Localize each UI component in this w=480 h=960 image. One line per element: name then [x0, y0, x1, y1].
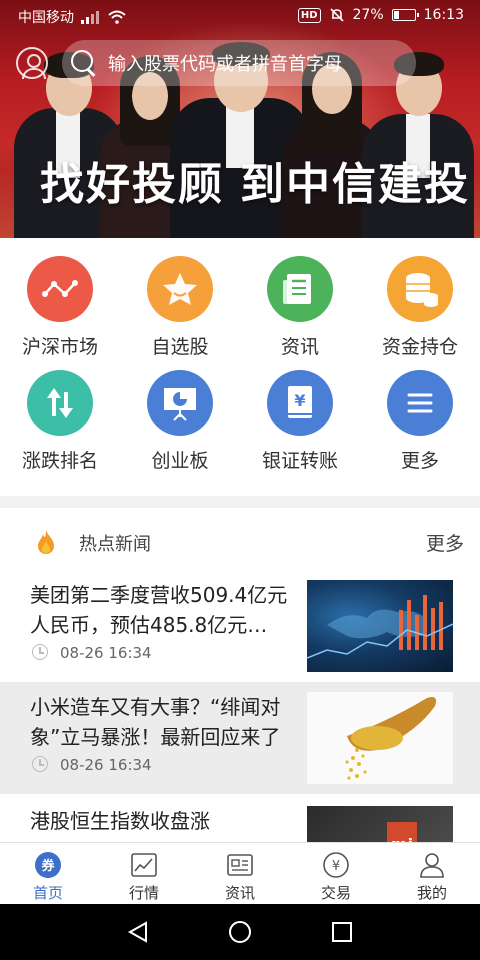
bottom-tab-bar: 券 首页 行情 资讯 ¥ 交易 我的 — [0, 842, 480, 904]
clock-time: 16:13 — [423, 7, 464, 23]
news-item[interactable]: 美团第二季度营收509.4亿元人民币，预估485.8亿元… 08-26 16:3… — [0, 570, 480, 680]
tab-home-badge: 券 — [40, 858, 55, 874]
menu-item-funds[interactable]: 资金持仓 — [360, 238, 480, 358]
back-icon[interactable] — [126, 920, 150, 944]
menu-label: 更多 — [400, 450, 439, 472]
tab-label: 交易 — [320, 884, 351, 902]
tab-mine[interactable]: 我的 — [384, 843, 480, 905]
search-icon — [70, 49, 98, 77]
up-down-arrows-icon — [27, 370, 93, 436]
menu-item-ranking[interactable]: 涨跌排名 — [0, 352, 120, 472]
recents-icon[interactable] — [330, 920, 354, 944]
tab-quotes[interactable]: 行情 — [96, 843, 192, 905]
coins-icon — [387, 256, 453, 322]
menu-item-market[interactable]: 沪深市场 — [0, 238, 120, 358]
battery-percent: 27% — [352, 7, 384, 23]
market-line-icon — [27, 256, 93, 322]
news-card-icon — [227, 854, 253, 876]
newspaper-icon — [267, 256, 333, 322]
hot-news-title: 热点新闻 — [79, 534, 151, 555]
news-thumbnail-world-map — [307, 580, 453, 672]
menu-item-news[interactable]: 资讯 — [240, 238, 360, 358]
menu-label: 涨跌排名 — [21, 450, 98, 472]
banner-slogan-right: 到中信建投 — [240, 159, 470, 210]
quick-menu-grid: 沪深市场 自选股 资讯 资金持仓 涨跌排名 创业板 ¥ 银证转账 更多 — [0, 238, 480, 496]
news-headline: 小米造车又有大事？“绯闻对象”立马暴涨！最新回应来了 — [30, 695, 281, 749]
tab-label: 资讯 — [224, 884, 255, 902]
menu-item-more[interactable]: 更多 — [360, 352, 480, 472]
search-placeholder: 输入股票代码或者拼音首字母 — [108, 54, 342, 75]
presentation-board-icon — [147, 370, 213, 436]
promo-banner[interactable]: 找好投顾 到中信建投 — [0, 0, 480, 238]
hd-voice-icon: HD — [297, 7, 321, 23]
news-more-link[interactable]: 更多 — [426, 529, 464, 556]
status-bar: 中国移动 HD 27% 16:13 — [0, 0, 480, 32]
yen-book-icon: ¥ — [267, 370, 333, 436]
tab-label: 我的 — [416, 884, 447, 902]
news-thumbnail-golden-grains — [307, 692, 453, 784]
menu-label: 创业板 — [151, 450, 209, 472]
news-headline: 美团第二季度营收509.4亿元人民币，预估485.8亿元… — [30, 583, 288, 637]
news-time: 08-26 16:34 — [60, 756, 152, 774]
person-icon — [420, 853, 444, 878]
flame-icon — [38, 530, 54, 554]
battery-icon — [391, 9, 419, 21]
menu-item-bank-transfer[interactable]: ¥ 银证转账 — [240, 352, 360, 472]
news-item[interactable]: 小米造车又有大事？“绯闻对象”立马暴涨！最新回应来了 08-26 16:34 — [0, 682, 480, 794]
yen-circle-icon: ¥ — [323, 852, 349, 878]
tab-label: 首页 — [32, 884, 63, 902]
banner-slogan-left: 找好投顾 — [40, 159, 224, 210]
mute-bell-icon — [329, 8, 344, 22]
tab-home[interactable]: 券 首页 — [0, 843, 96, 905]
coupon-icon: 券 — [35, 852, 61, 878]
star-icon — [147, 256, 213, 322]
section-divider — [0, 496, 480, 508]
wifi-icon — [108, 10, 126, 24]
chart-icon — [131, 853, 157, 877]
menu-label: 银证转账 — [261, 450, 338, 472]
clock-icon — [32, 644, 48, 660]
svg-text:¥: ¥ — [294, 391, 305, 410]
clock-icon — [32, 756, 48, 772]
tab-trade[interactable]: ¥ 交易 — [288, 843, 384, 905]
menu-lines-icon — [387, 370, 453, 436]
carrier-name: 中国移动 — [18, 10, 74, 26]
system-navigation-bar — [0, 904, 480, 960]
news-headline: 港股恒生指数收盘涨 — [30, 809, 210, 833]
search-bar[interactable]: 输入股票代码或者拼音首字母 — [62, 40, 416, 86]
menu-item-watchlist[interactable]: 自选股 — [120, 238, 240, 358]
tab-label: 行情 — [128, 884, 159, 902]
hot-news-header: 热点新闻 更多 — [0, 520, 480, 562]
tab-news[interactable]: 资讯 — [192, 843, 288, 905]
menu-item-gem-board[interactable]: 创业板 — [120, 352, 240, 472]
signal-icon — [81, 11, 99, 24]
svg-text:¥: ¥ — [332, 859, 340, 874]
home-icon[interactable] — [228, 920, 252, 944]
news-time: 08-26 16:34 — [60, 644, 152, 662]
profile-avatar-button[interactable] — [16, 47, 48, 79]
